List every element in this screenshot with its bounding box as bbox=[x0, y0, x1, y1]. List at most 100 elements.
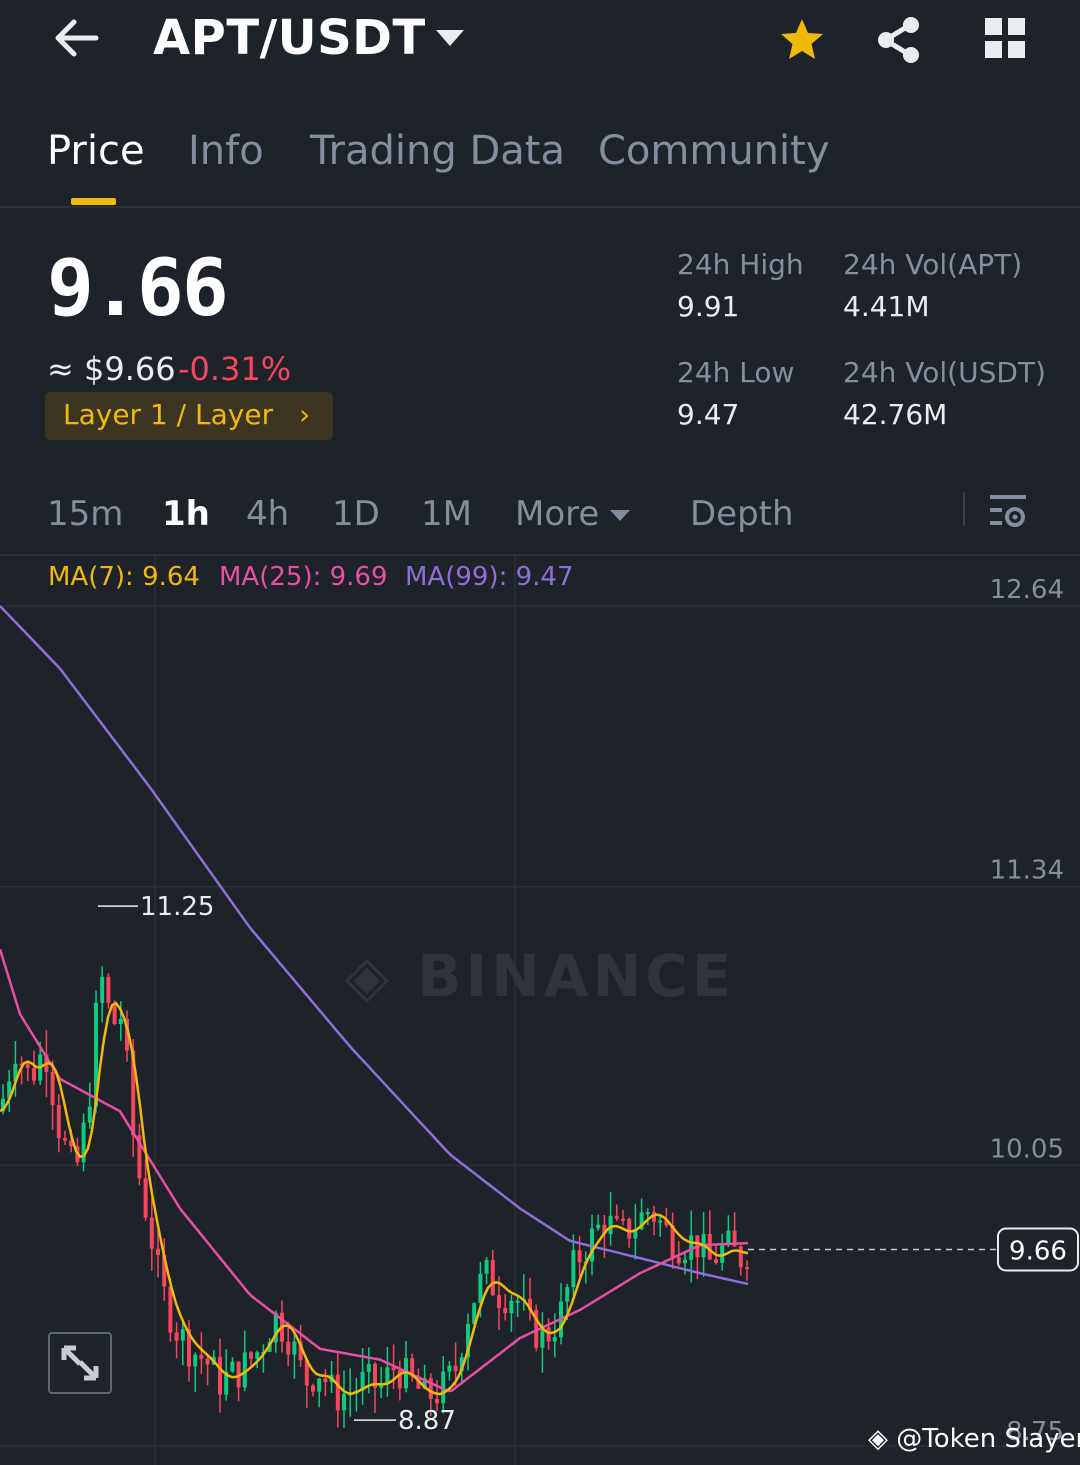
chevron-right-icon: › bbox=[299, 398, 311, 431]
credit-watermark: ◈ @Token Slayer bbox=[868, 1424, 1080, 1454]
tab-info[interactable]: Info bbox=[188, 128, 264, 174]
candle-up bbox=[565, 1287, 570, 1302]
candle-up bbox=[645, 1212, 650, 1215]
candle-down bbox=[56, 1105, 61, 1139]
dropdown-caret-icon[interactable] bbox=[436, 30, 464, 46]
candle-down bbox=[435, 1398, 439, 1404]
more-intervals-button[interactable]: More bbox=[515, 494, 599, 534]
candle-up bbox=[484, 1259, 489, 1274]
candle-up bbox=[317, 1378, 322, 1392]
candle-down bbox=[738, 1246, 743, 1268]
vol-quote-value: 42.76M bbox=[843, 398, 948, 431]
candle-up bbox=[118, 1018, 123, 1025]
candle-down bbox=[614, 1215, 619, 1219]
candle-up bbox=[447, 1365, 452, 1372]
candle-down bbox=[714, 1259, 718, 1263]
candle-down bbox=[63, 1138, 67, 1141]
candle-down bbox=[453, 1365, 458, 1372]
ma7-label: MA(7): 9.64 bbox=[48, 562, 200, 592]
ma25-label: MA(25): 9.69 bbox=[219, 562, 388, 592]
interval-1m[interactable]: 1M bbox=[421, 494, 472, 534]
candle-up bbox=[683, 1259, 687, 1264]
candle-up bbox=[385, 1367, 390, 1384]
binance-watermark: ◈ BINANCE bbox=[345, 942, 736, 1010]
favorite-star-icon[interactable] bbox=[778, 16, 826, 64]
usd-equivalent: ≈ $9.66 bbox=[47, 350, 176, 388]
more-caret-icon bbox=[610, 510, 630, 521]
candle-up bbox=[515, 1300, 520, 1303]
vol-base-value: 4.41M bbox=[843, 290, 930, 323]
candle-down bbox=[149, 1217, 154, 1249]
candlestick-chart[interactable]: 12.6411.3410.058.75◈ BINANCE11.258.879.6… bbox=[0, 556, 1080, 1465]
tab-trading-data[interactable]: Trading Data bbox=[310, 128, 565, 174]
candle-down bbox=[323, 1378, 328, 1383]
top-bar: APT/USDT bbox=[0, 0, 1080, 90]
candle-down bbox=[490, 1259, 495, 1296]
candle-down bbox=[32, 1068, 36, 1081]
candle-up bbox=[726, 1230, 731, 1244]
candle-down bbox=[621, 1218, 625, 1221]
candle-up bbox=[366, 1363, 371, 1372]
candle-up bbox=[608, 1215, 613, 1235]
candle-up bbox=[100, 976, 105, 1003]
price-change-percent: -0.31% bbox=[178, 350, 292, 388]
candle-down bbox=[627, 1218, 632, 1239]
high-label: 24h High bbox=[677, 248, 804, 281]
tab-price[interactable]: Price bbox=[47, 128, 145, 174]
candle-up bbox=[342, 1393, 346, 1411]
candle-down bbox=[199, 1354, 204, 1359]
candle-down bbox=[503, 1307, 508, 1314]
interval-15m[interactable]: 15m bbox=[47, 494, 123, 534]
tab-community[interactable]: Community bbox=[598, 128, 830, 174]
expand-icon bbox=[61, 1345, 99, 1381]
low-value: 9.47 bbox=[677, 398, 740, 431]
depth-button[interactable]: Depth bbox=[690, 494, 794, 534]
candle-down bbox=[25, 1064, 30, 1069]
candle-down bbox=[168, 1286, 173, 1333]
last-price: 9.66 bbox=[47, 244, 229, 334]
candle-down bbox=[286, 1341, 291, 1355]
credit-text: @Token Slayer bbox=[896, 1424, 1080, 1454]
ma99-label: MA(99): 9.47 bbox=[405, 562, 574, 592]
candle-down bbox=[707, 1234, 712, 1260]
active-tab-indicator bbox=[71, 198, 116, 205]
candle-down bbox=[50, 1072, 55, 1106]
candle-up bbox=[596, 1224, 601, 1229]
y-tick-label: 10.05 bbox=[990, 1134, 1064, 1164]
candle-down bbox=[174, 1332, 179, 1341]
candle-down bbox=[577, 1250, 582, 1263]
candle-up bbox=[552, 1337, 557, 1342]
candle-down bbox=[745, 1267, 749, 1270]
candle-down bbox=[335, 1374, 340, 1411]
grid-menu-icon[interactable] bbox=[983, 16, 1027, 60]
candle-down bbox=[546, 1327, 551, 1342]
sector-tag[interactable]: Layer 1 / Layer › bbox=[45, 392, 333, 440]
chart-settings-icon[interactable] bbox=[988, 492, 1028, 528]
interval-4h[interactable]: 4h bbox=[246, 494, 289, 534]
interval-1d[interactable]: 1D bbox=[332, 494, 380, 534]
back-arrow-icon[interactable] bbox=[50, 12, 102, 64]
candle-up bbox=[658, 1220, 663, 1223]
vol-base-label: 24h Vol(APT) bbox=[843, 248, 1023, 281]
interval-1h[interactable]: 1h bbox=[162, 494, 210, 534]
low-label: 8.87 bbox=[398, 1406, 456, 1436]
high-label: 11.25 bbox=[140, 892, 214, 922]
candle-up bbox=[720, 1243, 725, 1263]
candle-down bbox=[497, 1295, 501, 1308]
ma25-line bbox=[0, 948, 749, 1393]
fullscreen-button[interactable] bbox=[48, 1332, 112, 1394]
candle-up bbox=[87, 1106, 92, 1123]
share-icon[interactable] bbox=[876, 16, 922, 64]
candle-up bbox=[230, 1361, 235, 1372]
section-tabs: Price Info Trading Data Community bbox=[0, 110, 1080, 206]
pair-title[interactable]: APT/USDT bbox=[153, 10, 426, 66]
separator bbox=[963, 492, 965, 526]
y-tick-label: 11.34 bbox=[990, 856, 1064, 886]
sector-label: Layer 1 / Layer bbox=[63, 398, 274, 431]
candle-down bbox=[205, 1358, 210, 1365]
interval-bar: 15m 1h 4h 1D 1M More Depth bbox=[0, 478, 1080, 554]
current-price-label: 9.66 bbox=[1009, 1236, 1067, 1266]
candle-down bbox=[311, 1385, 315, 1392]
low-label: 24h Low bbox=[677, 356, 795, 389]
candle-down bbox=[143, 1178, 148, 1218]
